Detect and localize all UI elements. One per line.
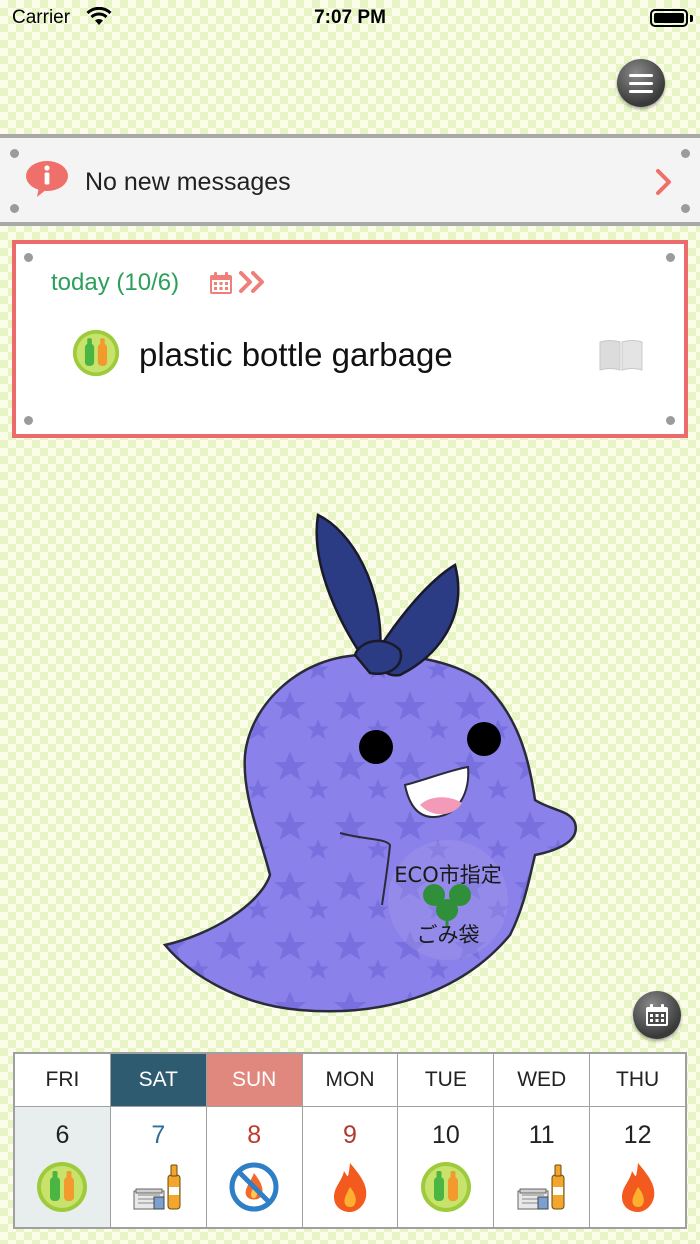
day-date: 6 (55, 1121, 70, 1149)
day-header: SAT (110, 1054, 206, 1107)
chevron-right-icon (656, 169, 671, 195)
today-date-label: today (10/6) (51, 269, 180, 296)
day-date: 9 (343, 1121, 357, 1149)
badge-top-text: ECO市指定 (394, 863, 501, 887)
week-calendar: FRI 6 SAT 7 SUN 8 MON 9 TUE 10 WED 11 TH… (13, 1052, 687, 1229)
book-icon[interactable] (598, 338, 644, 372)
day-date: 7 (151, 1121, 166, 1149)
day-date: 11 (528, 1121, 555, 1149)
message-bar[interactable]: No new messages (0, 134, 700, 226)
no-collection-icon (229, 1162, 279, 1212)
mascot-character: ECO市指定 ごみ袋 (162, 513, 578, 1013)
day-column-mon[interactable]: MON 9 (302, 1054, 399, 1227)
day-header: TUE (398, 1054, 494, 1107)
calendar-icon (210, 272, 232, 294)
status-bar: Carrier 7:07 PM (0, 0, 700, 40)
day-column-thu[interactable]: THU 12 (590, 1054, 686, 1227)
day-date: 10 (431, 1121, 460, 1149)
day-column-fri[interactable]: FRI 6 (15, 1054, 111, 1227)
day-column-wed[interactable]: WED 11 (494, 1054, 591, 1227)
plastic-bottle-icon (37, 1162, 88, 1212)
day-header: SUN (206, 1054, 302, 1107)
today-card[interactable]: today (10/6) plastic bottle garbage (12, 240, 688, 438)
day-date: 12 (623, 1121, 652, 1149)
day-column-sat[interactable]: SAT 7 (110, 1054, 207, 1227)
burnable-icon (621, 1163, 654, 1212)
today-garbage-label: plastic bottle garbage (139, 336, 453, 373)
burnable-icon (334, 1163, 367, 1212)
day-column-sun[interactable]: SUN 8 (206, 1054, 303, 1227)
double-chevron-right-icon[interactable] (238, 270, 268, 294)
battery-icon (650, 9, 688, 27)
recyclables-icon (133, 1164, 181, 1210)
message-text: No new messages (85, 168, 291, 196)
plastic-bottle-icon (72, 329, 120, 377)
day-header: WED (494, 1054, 590, 1107)
day-column-tue[interactable]: TUE 10 (398, 1054, 495, 1227)
info-speech-icon (26, 161, 68, 197)
plastic-bottle-icon (420, 1162, 471, 1212)
day-header: FRI (15, 1054, 110, 1107)
calendar-button[interactable] (633, 991, 681, 1039)
day-header: MON (302, 1054, 398, 1107)
badge-bottom-text: ごみ袋 (417, 923, 480, 947)
calendar-icon (646, 1004, 668, 1026)
recyclables-icon (517, 1164, 565, 1210)
menu-button[interactable] (617, 59, 665, 107)
day-header: THU (590, 1054, 686, 1107)
clock: 7:07 PM (314, 7, 386, 28)
day-date: 8 (247, 1121, 262, 1149)
hamburger-icon (629, 73, 653, 77)
